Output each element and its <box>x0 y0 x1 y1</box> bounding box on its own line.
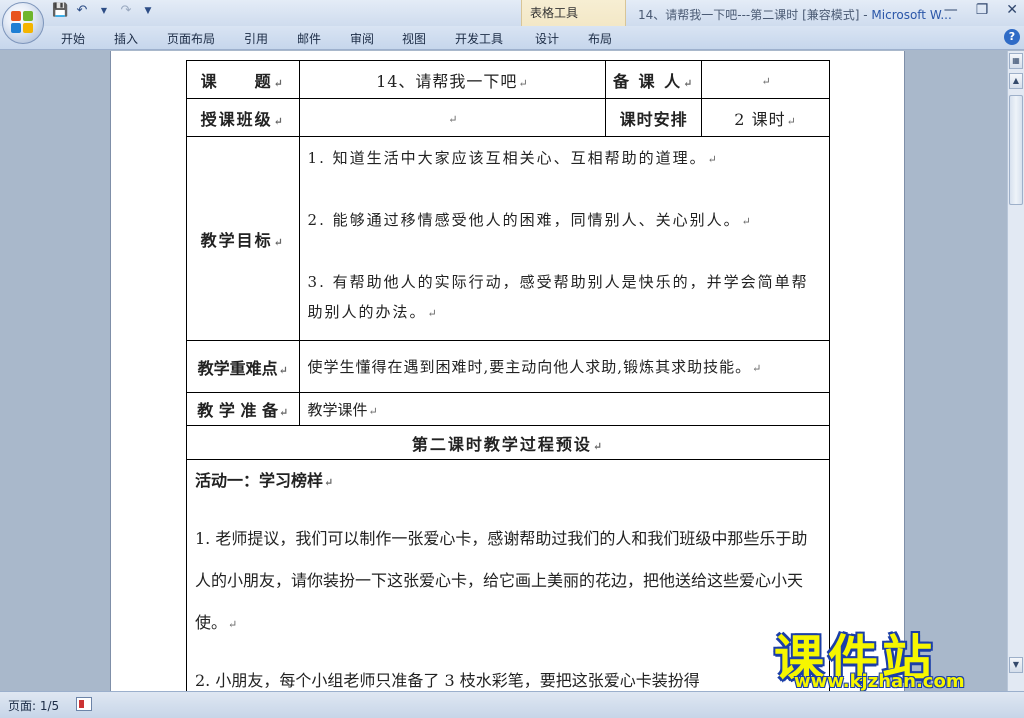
preparation-value-cell[interactable]: 教学课件↵ <box>298 392 831 426</box>
ruler-toggle-icon[interactable]: ▦ <box>1009 53 1023 69</box>
scroll-up-icon[interactable]: ▲ <box>1009 73 1023 89</box>
window-title: 14、请帮我一下吧---第二课时 [兼容模式] - Microsoft W... <box>638 6 952 23</box>
tab-view[interactable]: 视图 <box>402 30 426 47</box>
preparation-label: 教 学 准 备 <box>197 401 279 420</box>
difficulty-value-cell[interactable]: 使学生懂得在遇到困难时,要主动向他人求助,锻炼其求助技能。↵ <box>298 340 831 393</box>
objective-2: 2. 能够通过移情感受他人的困难，同情别人、关心别人。↵ <box>307 211 753 229</box>
site-watermark: 课件站 www.kjzhan.com <box>774 619 1006 692</box>
tab-page-layout[interactable]: 页面布局 <box>167 30 215 47</box>
redo-icon[interactable]: ↷ <box>118 3 134 19</box>
class-label: 授课班级 <box>200 109 273 129</box>
difficulty-label-cell[interactable]: 教学重难点↵ <box>186 340 300 393</box>
preparation-value: 教学课件 <box>307 400 368 419</box>
difficulty-label: 教学重难点 <box>197 358 278 378</box>
objective-1: 1. 知道生活中大家应该互相关心、互相帮助的道理。↵ <box>307 149 719 167</box>
schedule-value-cell[interactable]: 2 课时↵ <box>701 98 830 137</box>
tab-layout[interactable]: 布局 <box>588 30 612 47</box>
document-name: 14、请帮我一下吧---第二课时 [兼容模式] - <box>638 8 872 22</box>
preparer-label-cell[interactable]: 备 课 人↵ <box>605 60 703 99</box>
window-controls: — ❐ ✕ <box>944 2 1018 18</box>
topic-label-cell[interactable]: 课 题↵ <box>186 60 300 99</box>
scroll-thumb[interactable] <box>1009 95 1023 205</box>
restore-icon[interactable]: ❐ <box>976 2 989 18</box>
close-icon[interactable]: ✕ <box>1006 2 1018 18</box>
activity-cell[interactable]: 活动一：学习榜样↵ 1. 老师提议，我们可以制作一张爱心卡，感谢帮助过我们的人和… <box>186 459 830 718</box>
watermark-url: www.kjzhan.com <box>794 671 965 692</box>
undo-icon[interactable]: ↶ <box>74 3 90 19</box>
dropdown-arrow-icon[interactable]: ▼ <box>96 3 112 19</box>
objective-3: 3. 有帮助他人的实际行动，感受帮助别人是快乐的，并学会简单帮助别人的办法。↵ <box>307 273 809 321</box>
preparation-label-cell[interactable]: 教 学 准 备↵ <box>186 392 300 426</box>
vertical-scrollbar[interactable]: ▦ ▲ ▼ <box>1007 51 1024 691</box>
ribbon-tabs: 开始 插入 页面布局 引用 邮件 审阅 视图 开发工具 设计 布局 <box>0 26 1024 50</box>
title-bar: 💾 ↶ ▼ ↷ ▼ 表格工具 14、请帮我一下吧---第二课时 [兼容模式] -… <box>0 0 1024 50</box>
context-tab-title: 表格工具 <box>530 6 579 20</box>
objectives-cell[interactable]: 1. 知道生活中大家应该互相关心、互相帮助的道理。↵ 2. 能够通过移情感受他人… <box>298 136 831 341</box>
section-title-cell[interactable]: 第二课时教学过程预设↵ <box>186 425 830 460</box>
office-button[interactable] <box>2 2 44 44</box>
proofing-icon[interactable] <box>76 697 92 711</box>
difficulty-value: 使学生懂得在遇到困难时,要主动向他人求助,锻炼其求助技能。 <box>307 358 752 376</box>
customize-toolbar-icon[interactable]: ▼ <box>140 3 156 19</box>
topic-label: 课 题 <box>200 71 273 91</box>
tab-home[interactable]: 开始 <box>61 30 85 47</box>
preparer-value-cell[interactable]: ↵ <box>701 60 830 99</box>
activity-paragraph-1: 1. 老师提议，我们可以制作一张爱心卡，感谢帮助过我们的人和我们班级中那些乐于助… <box>195 529 808 632</box>
preparer-label: 备 课 人 <box>612 71 683 91</box>
tab-design[interactable]: 设计 <box>535 30 559 47</box>
schedule-label: 课时安排 <box>619 109 688 129</box>
save-icon[interactable]: 💾 <box>52 3 68 19</box>
schedule-value: 2 课时 <box>734 109 786 129</box>
status-bar: 页面: 1/5 <box>0 691 1024 718</box>
tab-references[interactable]: 引用 <box>244 30 268 47</box>
scroll-down-icon[interactable]: ▼ <box>1009 657 1023 673</box>
minimize-icon[interactable]: — <box>944 2 958 18</box>
activity-heading: 活动一：学习榜样↵ <box>195 471 334 490</box>
objectives-label: 教学目标 <box>200 230 273 250</box>
section-title: 第二课时教学过程预设 <box>411 434 592 454</box>
class-label-cell[interactable]: 授课班级↵ <box>186 98 300 137</box>
schedule-label-cell[interactable]: 课时安排 <box>605 98 703 137</box>
office-logo-icon <box>11 11 35 35</box>
page-indicator[interactable]: 页面: 1/5 <box>8 697 59 714</box>
topic-value: 14、请帮我一下吧 <box>376 71 518 91</box>
quick-access-toolbar: 💾 ↶ ▼ ↷ ▼ <box>52 3 156 19</box>
app-name: Microsoft W... <box>871 8 952 22</box>
class-value-cell[interactable]: ↵ <box>298 98 607 137</box>
tab-insert[interactable]: 插入 <box>114 30 138 47</box>
tab-mailings[interactable]: 邮件 <box>297 30 321 47</box>
tab-review[interactable]: 审阅 <box>350 30 374 47</box>
lesson-plan-table: 课 题↵ 14、请帮我一下吧↵ 备 课 人↵ ↵ 授课班级↵ ↵ 课时安排 2 … <box>186 60 831 718</box>
tab-developer[interactable]: 开发工具 <box>455 30 503 47</box>
topic-value-cell[interactable]: 14、请帮我一下吧↵ <box>298 60 607 99</box>
objectives-label-cell[interactable]: 教学目标↵ <box>186 136 300 341</box>
help-icon[interactable]: ? <box>1004 29 1020 45</box>
